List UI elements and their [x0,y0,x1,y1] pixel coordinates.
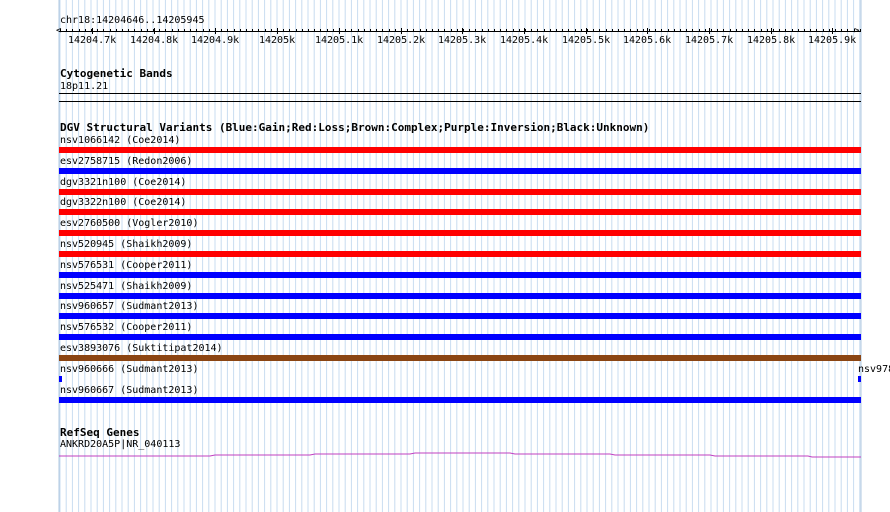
gene-line [59,452,861,458]
refseq-gene-feature[interactable] [0,0,890,512]
